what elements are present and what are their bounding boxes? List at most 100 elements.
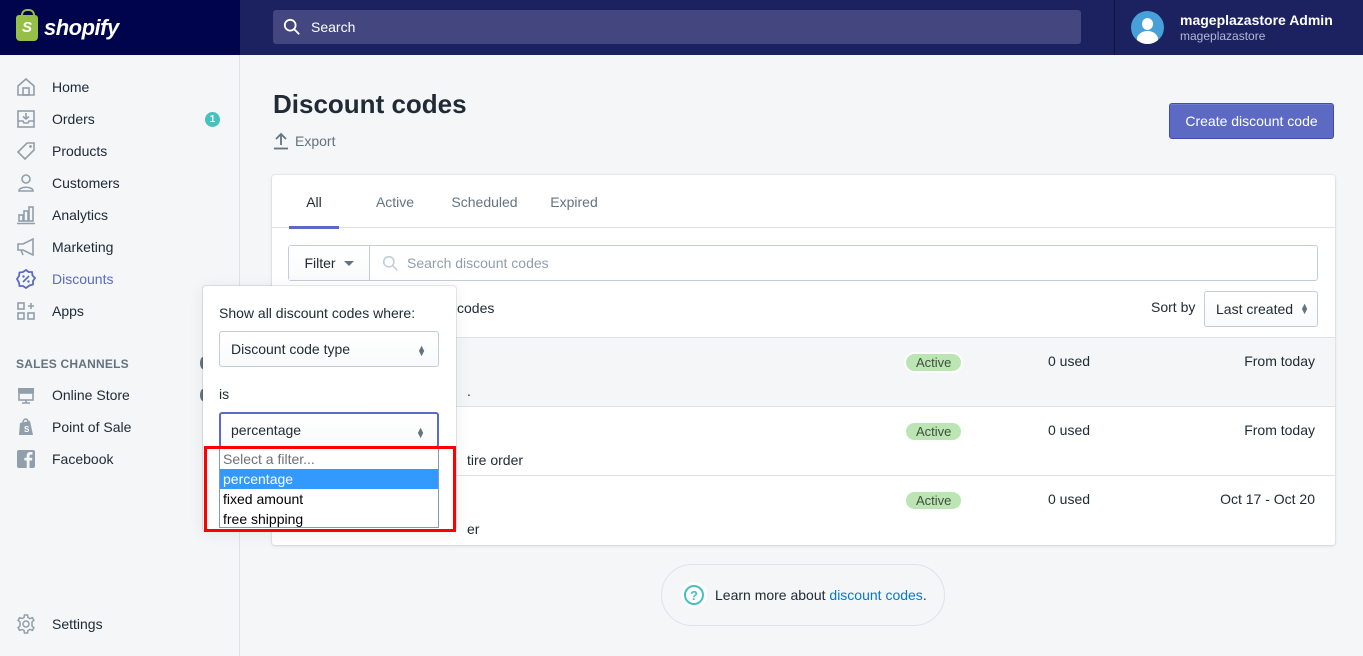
sidebar-item-label: Home <box>52 79 90 95</box>
shopping-bag-icon: S <box>16 417 36 437</box>
tab-expired[interactable]: Expired <box>542 175 606 228</box>
apps-icon <box>16 301 36 321</box>
select-arrows-icon: ▲ ▼ <box>1300 301 1309 316</box>
sidebar-item-discounts[interactable]: Discounts <box>16 267 226 291</box>
help-prefix: Learn more about <box>715 587 830 603</box>
discount-search-input[interactable]: Search discount codes <box>370 246 1317 280</box>
tab-active[interactable]: Active <box>365 175 425 228</box>
sidebar-item-home[interactable]: Home <box>16 75 226 99</box>
export-label: Export <box>295 133 336 149</box>
showing-count-text: codes <box>457 300 495 316</box>
logo-text: shopify <box>44 14 119 40</box>
tag-icon <box>16 141 36 161</box>
user-menu[interactable]: mageplazastore Admin mageplazastore <box>1114 0 1363 55</box>
search-placeholder: Search discount codes <box>407 255 549 271</box>
active-dates: Oct 17 - Oct 20 <box>1220 491 1315 507</box>
gear-icon <box>16 614 36 634</box>
sidebar-item-label: Discounts <box>52 271 114 287</box>
search-icon <box>283 18 300 35</box>
filter-field-select[interactable]: Discount code type ▲ ▼ <box>219 331 439 367</box>
dropdown-option[interactable]: percentage <box>220 469 438 489</box>
status-badge: Active <box>904 490 964 511</box>
sidebar-item-label: Settings <box>52 616 103 632</box>
sidebar-item-label: Orders <box>52 111 95 127</box>
dropdown-option[interactable]: free shipping <box>220 509 438 529</box>
store-icon <box>16 385 36 405</box>
help-suffix: . <box>922 587 927 603</box>
person-icon <box>16 173 36 193</box>
bar-chart-icon <box>16 205 36 225</box>
filter-field-value: Discount code type <box>231 341 351 357</box>
shopify-bag-icon: S <box>16 8 38 41</box>
filter-value-select[interactable]: percentage ▲ ▼ <box>219 412 439 448</box>
usage-count: 0 used <box>1048 491 1091 507</box>
sort-select[interactable]: Last created ▲ ▼ <box>1204 291 1318 327</box>
home-icon <box>16 77 36 97</box>
user-store: mageplazastore <box>1180 29 1266 43</box>
export-button[interactable]: Export <box>273 132 335 150</box>
discount-description: . <box>467 383 471 399</box>
status-badge: Active <box>904 421 964 442</box>
sidebar-item-label: Customers <box>52 175 120 191</box>
sidebar-item-online-store[interactable]: Online Store <box>16 383 226 407</box>
filter-button[interactable]: Filter <box>289 246 370 280</box>
sidebar-item-label: Marketing <box>52 239 114 255</box>
caret-down-icon <box>343 260 354 266</box>
top-bar: S shopify Search mageplazastore Admin ma… <box>0 0 1363 55</box>
sidebar-item-label: Online Store <box>52 387 130 403</box>
sort-value: Last created <box>1216 301 1294 317</box>
discount-codes-link[interactable]: discount codes <box>829 587 922 603</box>
usage-count: 0 used <box>1048 422 1091 438</box>
filter-operator-label: is <box>219 386 230 402</box>
sort-by-label: Sort by <box>1151 299 1196 315</box>
sidebar-item-label: Analytics <box>52 207 109 223</box>
sidebar-item-products[interactable]: Products <box>16 139 226 163</box>
discount-icon <box>16 269 36 289</box>
sales-channels-heading: SALES CHANNELS <box>16 357 129 371</box>
shopify-logo[interactable]: S shopify <box>0 0 240 55</box>
select-arrows-icon: ▲ ▼ <box>416 425 425 440</box>
create-discount-code-button[interactable]: Create discount code <box>1169 103 1334 139</box>
status-tabs: All Active Scheduled Expired <box>272 175 1335 229</box>
svg-text:S: S <box>24 425 30 434</box>
usage-count: 0 used <box>1048 353 1091 369</box>
select-arrows-icon: ▲ ▼ <box>417 343 426 358</box>
sidebar-item-settings[interactable]: Settings <box>16 612 226 636</box>
megaphone-icon <box>16 237 36 257</box>
avatar <box>1131 11 1164 44</box>
tab-all[interactable]: All <box>289 175 339 229</box>
sidebar-item-orders[interactable]: Orders 1 <box>16 107 226 131</box>
dropdown-option[interactable]: fixed amount <box>220 489 438 509</box>
sidebar-item-label: Products <box>52 143 108 159</box>
search-placeholder: Search <box>311 19 356 35</box>
orders-count-badge: 1 <box>205 111 220 127</box>
sidebar-item-marketing[interactable]: Marketing <box>16 235 226 259</box>
filter-bar: Filter Search discount codes <box>288 245 1318 281</box>
page-title: Discount codes <box>273 89 467 119</box>
discount-description: er <box>467 521 480 537</box>
sidebar-item-facebook[interactable]: Facebook <box>16 447 226 471</box>
question-circle-icon: ? <box>681 582 707 608</box>
help-footer: ? Learn more about discount codes. <box>661 564 945 626</box>
discount-description: tire order <box>467 452 524 468</box>
tab-scheduled[interactable]: Scheduled <box>442 175 527 228</box>
sidebar-item-apps[interactable]: Apps <box>16 299 226 323</box>
filter-value: percentage <box>231 422 302 438</box>
filter-popover-title: Show all discount codes where: <box>219 305 416 321</box>
search-icon <box>382 255 398 271</box>
filter-label: Filter <box>304 255 336 271</box>
user-name: mageplazastore Admin <box>1180 12 1333 28</box>
sidebar-item-point-of-sale[interactable]: S Point of Sale <box>16 415 226 439</box>
sidebar-item-label: Point of Sale <box>52 419 132 435</box>
filter-value-dropdown-list: Select a filter... percentage fixed amou… <box>219 448 439 528</box>
status-badge: Active <box>904 352 964 373</box>
sidebar-item-label: Facebook <box>52 451 114 467</box>
sidebar-item-customers[interactable]: Customers <box>16 171 226 195</box>
help-text: Learn more about discount codes. <box>715 587 927 603</box>
sidebar-item-label: Apps <box>52 303 84 319</box>
sidebar-item-analytics[interactable]: Analytics <box>16 203 226 227</box>
global-search-input[interactable]: Search <box>273 10 1081 44</box>
dropdown-option[interactable]: Select a filter... <box>220 449 438 469</box>
active-dates: From today <box>1244 422 1315 438</box>
facebook-icon <box>16 449 36 469</box>
